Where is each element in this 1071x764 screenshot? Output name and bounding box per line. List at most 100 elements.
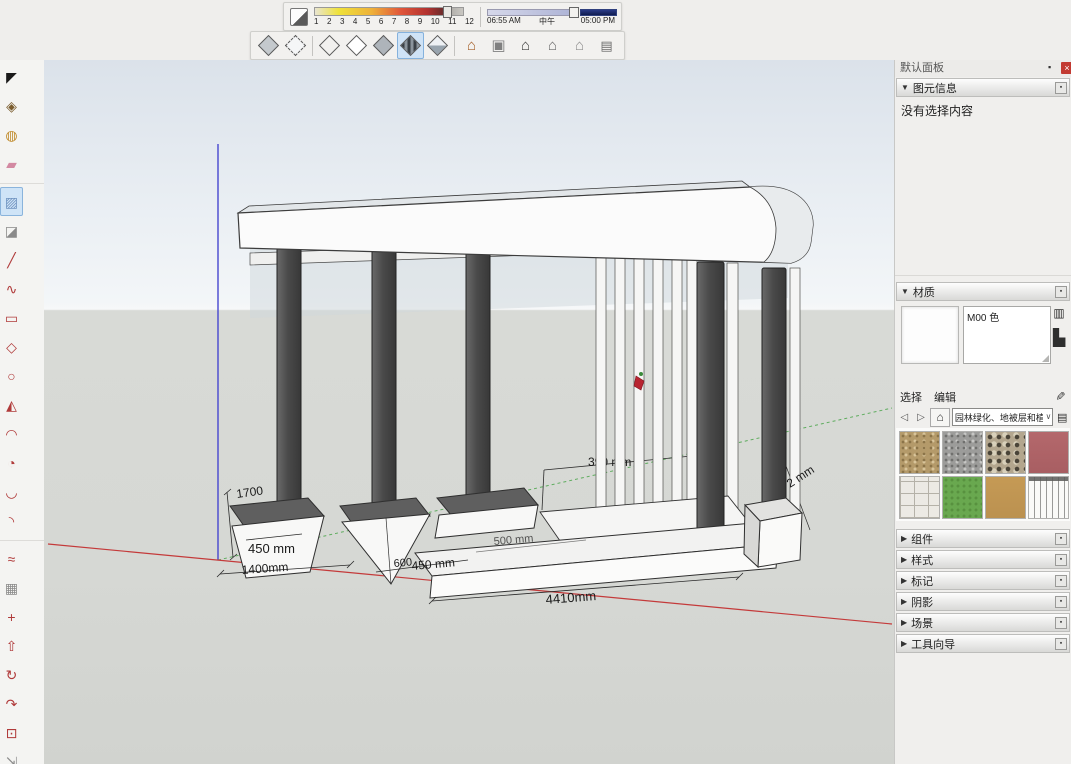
material-category-dropdown[interactable]: 园林绿化、地被层和植被 ∨ [952, 408, 1054, 426]
select-tool[interactable]: ◤ [0, 62, 23, 91]
section-styles-menu-button[interactable]: ▪ [1055, 554, 1067, 566]
select-icon: ◤ [6, 70, 17, 84]
back-arrow-icon[interactable]: ◁ [897, 409, 912, 425]
details-icon[interactable]: ▤ [1055, 409, 1069, 425]
section-scenes[interactable]: ▶场景▪ [896, 613, 1070, 632]
rectangle-tool[interactable]: ▭ [0, 303, 23, 332]
three-point-arc-tool[interactable]: ◝ [0, 506, 23, 535]
3d-viewport[interactable]: 390 mm [44, 60, 895, 764]
top-view-button[interactable]: ▣ [485, 32, 512, 59]
tray-title-bar[interactable]: 默认面板 ▪ × [895, 60, 1071, 77]
back-view-button[interactable]: ⌂ [566, 32, 593, 59]
circle-tool[interactable]: ○ [0, 361, 23, 390]
monochrome-button[interactable] [424, 32, 451, 59]
sample-paint-icon[interactable]: ✎ [1053, 391, 1067, 401]
polygon-icon: ◭ [6, 398, 17, 412]
section-scenes-menu-button[interactable]: ▪ [1055, 617, 1067, 629]
create-material-button[interactable]: ▙ [1051, 328, 1067, 348]
material-name-value: M00 色 [967, 309, 999, 324]
section-instructor-menu-button[interactable]: ▪ [1055, 638, 1067, 650]
rotated-rectangle-tool[interactable]: ◇ [0, 332, 23, 361]
expand-arrow-icon: ▶ [901, 618, 907, 627]
follow-me-tool[interactable]: ↷ [0, 689, 23, 718]
section-shadows[interactable]: ▶阴影▪ [896, 592, 1070, 611]
offset-tool[interactable]: ⊡ [0, 718, 23, 747]
section-tags-menu-button[interactable]: ▪ [1055, 575, 1067, 587]
material-swatch-gravel-tan[interactable] [899, 431, 940, 474]
paint-bucket-tool[interactable]: ◍ [0, 120, 23, 149]
material-swatch-grid [896, 428, 1070, 521]
push-pull-tool[interactable]: ⇧ [0, 631, 23, 660]
shadows-toolbar: 123456789101112 06:55 AM 中午 05:00 PM [283, 2, 622, 31]
material-swatch-gravel-gray[interactable] [942, 431, 983, 474]
material-swatch-pebbles[interactable] [985, 431, 1026, 474]
section-shadows-menu-button[interactable]: ▪ [1055, 596, 1067, 608]
toolbar-separator [312, 36, 313, 56]
material-swatch-sand-tan[interactable] [985, 476, 1026, 519]
iso-view-button[interactable]: ⌂ [458, 32, 485, 59]
two-point-arc-icon: ◡ [5, 485, 17, 499]
rotate-tool[interactable]: ↻ [0, 660, 23, 689]
dim-1700-label: 1700 [235, 483, 264, 501]
shaded-with-textures-button[interactable] [397, 32, 424, 59]
x-ray-mode-tool[interactable]: ▨ [0, 187, 23, 216]
tab-select[interactable]: 选择 [900, 389, 922, 405]
back-edges-button[interactable] [282, 32, 309, 59]
material-swatch-fence-white[interactable] [1028, 476, 1069, 519]
resize-grip-icon[interactable] [1042, 355, 1049, 362]
date-slider-track[interactable] [314, 7, 464, 16]
expand-arrow-icon: ▶ [901, 555, 907, 564]
eraser-tool[interactable]: ▰ [0, 149, 23, 178]
two-point-arc-tool[interactable]: ◡ [0, 477, 23, 506]
tray-close-button[interactable]: × [1061, 62, 1071, 74]
material-swatch-rose[interactable] [1028, 431, 1069, 474]
material-name-field[interactable]: M00 色 [963, 306, 1051, 364]
collapse-arrow-icon: ▼ [901, 287, 909, 296]
forward-arrow-icon[interactable]: ▷ [914, 409, 929, 425]
secondary-pane-toggle-button[interactable]: ▥ [1051, 306, 1067, 320]
section-components-menu-button[interactable]: ▪ [1055, 533, 1067, 545]
bezier-curve-icon: ≈ [8, 552, 16, 566]
x-ray-button[interactable] [255, 32, 282, 59]
viewport-canvas[interactable]: 390 mm [44, 60, 895, 764]
section-styles[interactable]: ▶样式▪ [896, 550, 1070, 569]
collapse-arrow-icon: ▼ [901, 83, 909, 92]
materials-header[interactable]: ▼ 材质 ▪ [896, 282, 1070, 301]
back-edges-tool[interactable]: ◪ [0, 216, 23, 245]
shadow-date-slider[interactable]: 123456789101112 [314, 7, 474, 26]
left-view-button[interactable]: ▤ [593, 32, 620, 59]
shadow-time-slider[interactable]: 06:55 AM 中午 05:00 PM [487, 8, 615, 26]
section-instructor[interactable]: ▶工具向导▪ [896, 634, 1070, 653]
home-icon[interactable]: ⌂ [930, 408, 950, 427]
material-swatch-pavers-white[interactable] [899, 476, 940, 519]
tab-edit[interactable]: 编辑 [934, 389, 956, 405]
scale-tool[interactable]: ⇲ [0, 747, 23, 764]
hidden-line-button[interactable] [343, 32, 370, 59]
freehand-tool[interactable]: ∿ [0, 274, 23, 303]
pin-icon[interactable]: ▪ [1048, 63, 1057, 72]
circle-icon: ○ [7, 369, 15, 383]
pie-tool[interactable]: ◔ [0, 448, 23, 477]
shadows-toggle-button[interactable] [290, 8, 308, 26]
materials-menu-button[interactable]: ▪ [1055, 286, 1067, 298]
right-view-button[interactable]: ⌂ [539, 32, 566, 59]
bezier-curve-tool[interactable]: ≈ [0, 544, 23, 573]
surface-tool[interactable]: ▦ [0, 573, 23, 602]
line-tool[interactable]: ╱ [0, 245, 23, 274]
entity-info-header[interactable]: ▼ 图元信息 ▪ [896, 78, 1070, 97]
arc-tool[interactable]: ◠ [0, 419, 23, 448]
make-component-tool[interactable]: ◈ [0, 91, 23, 120]
wireframe-button[interactable] [316, 32, 343, 59]
move-tool[interactable]: + [0, 602, 23, 631]
time-slider-track[interactable] [487, 8, 615, 15]
section-tags[interactable]: ▶标记▪ [896, 571, 1070, 590]
material-swatch-grass-green[interactable] [942, 476, 983, 519]
paint-bucket-icon: ◍ [5, 128, 17, 142]
date-slider-handle[interactable] [443, 6, 452, 18]
section-components[interactable]: ▶组件▪ [896, 529, 1070, 548]
polygon-tool[interactable]: ◭ [0, 390, 23, 419]
entity-info-menu-button[interactable]: ▪ [1055, 82, 1067, 94]
pergola-top-slab [238, 181, 813, 263]
shaded-button[interactable] [370, 32, 397, 59]
front-view-button[interactable]: ⌂ [512, 32, 539, 59]
